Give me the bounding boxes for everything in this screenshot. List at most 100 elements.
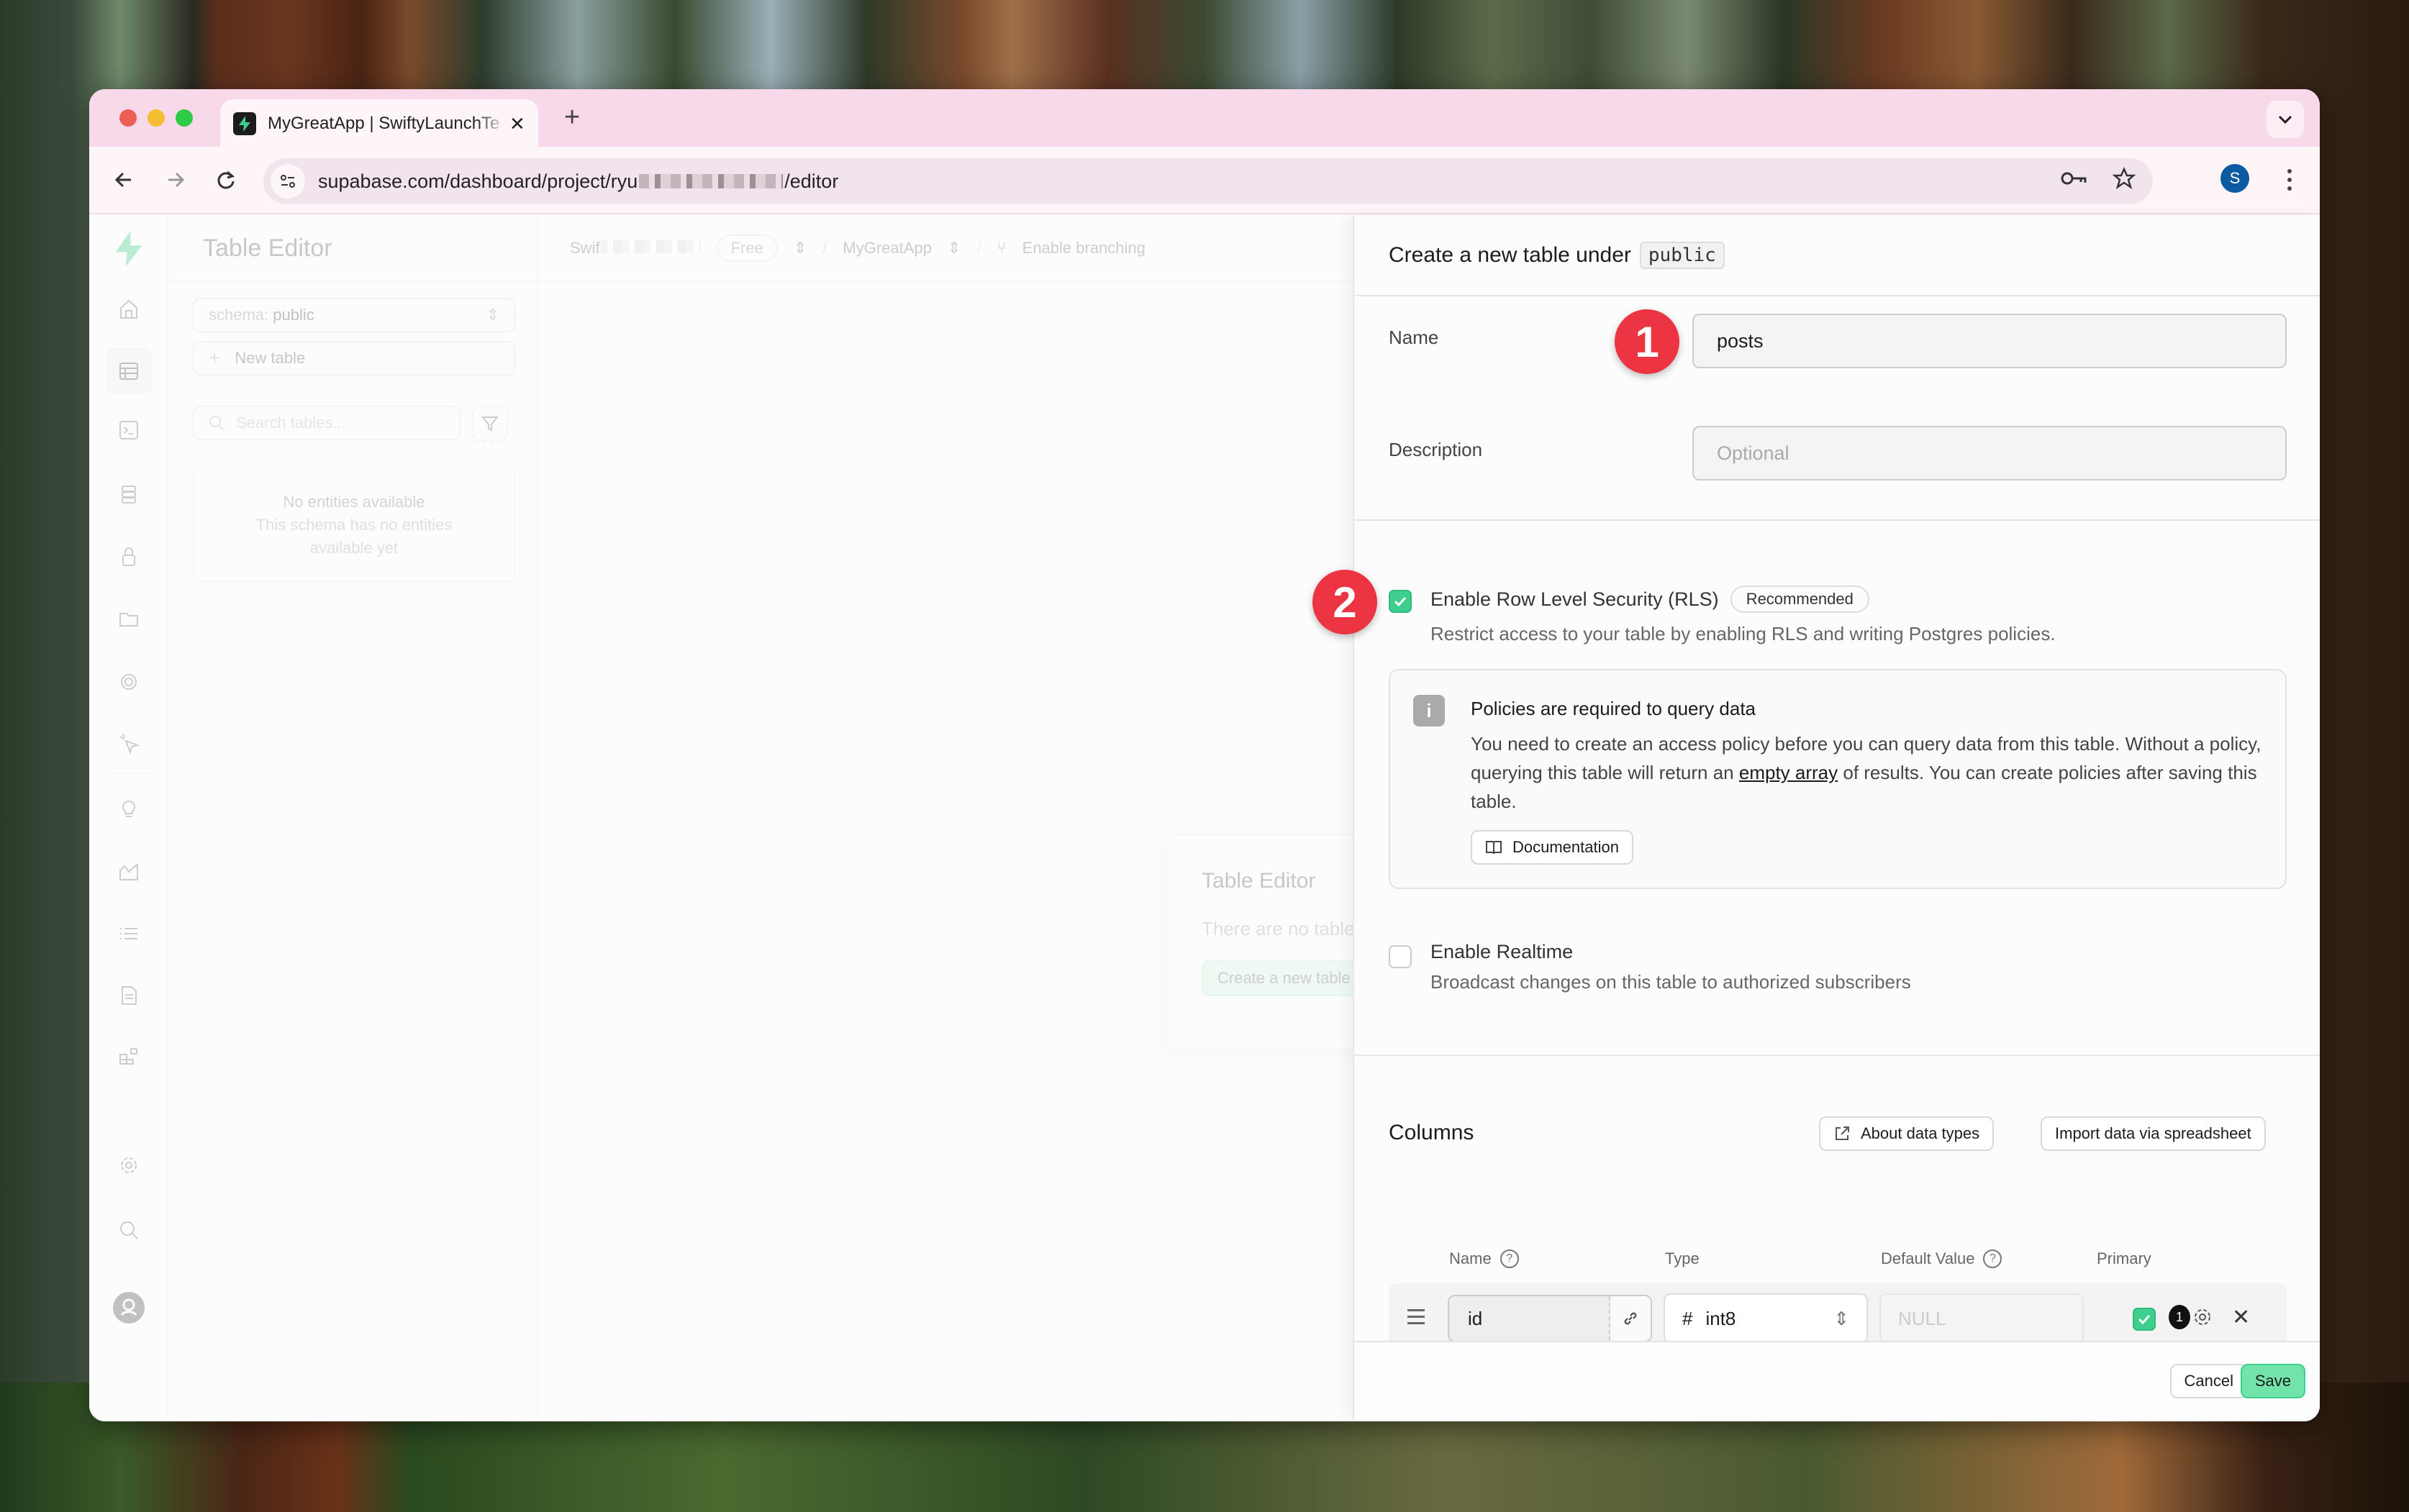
primary-key-checkbox[interactable] [2133,1308,2156,1331]
section-divider [1354,1055,2320,1056]
rls-checkbox[interactable] [1389,590,1412,613]
checkmark-icon [2138,1314,2151,1325]
forward-button[interactable] [161,165,190,194]
remove-column-icon[interactable]: ✕ [2232,1305,2250,1330]
branch-icon: ⑂ [997,239,1007,257]
authentication-lock-icon[interactable] [112,539,146,574]
back-button[interactable] [109,165,138,194]
about-data-types-button[interactable]: About data types [1819,1116,1995,1151]
org-switcher-icon[interactable]: ⇕ [794,239,807,258]
table-editor-sidebar: Table Editor schema: public ⇕ + New tabl… [168,216,538,1421]
breadcrumb-separator: / [822,239,827,257]
description-input[interactable] [1692,426,2287,481]
supabase-dashboard: Table Editor schema: public ⇕ + New tabl… [89,216,2320,1421]
browser-toolbar: supabase.com/dashboard/project/ryu /edit… [89,147,2320,214]
schema-selector[interactable]: schema: public ⇕ [193,298,515,332]
annotation-marker-2: 2 [1312,570,1377,634]
close-tab-icon[interactable]: ✕ [509,113,525,135]
column-header-type: Type [1665,1249,1700,1267]
browser-window: MyGreatApp | SwiftyLaunchTe ✕ + supabase… [89,89,2320,1421]
column-header-primary: Primary [2097,1249,2151,1267]
table-name-input[interactable] [1692,314,2287,368]
supabase-logo-icon[interactable] [112,231,146,267]
api-docs-icon[interactable] [112,978,146,1013]
realtime-description: Broadcast changes on this table to autho… [1430,971,1911,993]
empty-subtitle: This schema has no entities available ye… [255,516,453,557]
url-text: supabase.com/dashboard/project/ryu /edit… [318,170,838,193]
org-name[interactable]: Swif [570,239,701,258]
user-account-icon[interactable] [112,1290,146,1325]
advisors-lightbulb-icon[interactable] [112,791,146,826]
url-suffix: /editor [784,170,839,192]
chevron-up-down-icon: ⇕ [486,306,499,324]
reports-chart-icon[interactable] [112,855,146,889]
plus-icon: + [209,347,221,369]
column-settings-gear-icon[interactable] [2192,1306,2213,1331]
about-data-types-label: About data types [1861,1124,1980,1142]
cancel-button[interactable]: Cancel [2169,1364,2248,1398]
columns-title: Columns [1389,1121,1474,1144]
integrations-icon[interactable] [112,1039,146,1073]
schema-chip: public [1639,242,1725,269]
save-button[interactable]: Save [2240,1364,2305,1398]
realtime-title: Enable Realtime [1430,941,1574,962]
profile-avatar[interactable]: S [2220,164,2249,193]
close-window-button[interactable] [119,109,137,127]
browser-tab[interactable]: MyGreatApp | SwiftyLaunchTe ✕ [220,99,538,148]
bookmark-star-icon[interactable] [2112,166,2136,193]
home-icon[interactable] [112,292,146,327]
edge-functions-icon[interactable] [112,665,146,699]
database-icon[interactable] [112,478,146,512]
empty-array-link[interactable]: empty array [1739,762,1838,783]
maximize-window-button[interactable] [176,109,193,127]
section-divider [1354,519,2320,521]
rls-title-row: Enable Row Level Security (RLS) Recommen… [1430,586,1869,613]
default-value-input[interactable]: NULL [1879,1293,2084,1344]
project-name[interactable]: MyGreatApp [843,239,932,258]
search-icon[interactable] [112,1213,146,1247]
sql-editor-icon[interactable] [112,413,146,447]
help-icon[interactable]: ? [1500,1249,1519,1268]
book-icon [1486,841,1502,855]
filter-button[interactable] [472,406,508,442]
realtime-checkbox[interactable] [1389,945,1412,968]
drag-handle-icon[interactable] [1407,1309,1425,1329]
import-spreadsheet-button[interactable]: Import data via spreadsheet [2041,1116,2266,1151]
column-name-field[interactable]: id [1448,1295,1652,1342]
new-tab-button[interactable]: + [564,102,580,133]
realtime-cursor-icon[interactable] [112,727,146,761]
address-bar[interactable]: supabase.com/dashboard/project/ryu /edit… [263,158,2153,204]
new-table-button[interactable]: + New table [193,341,515,375]
annotation-marker-1: 1 [1615,309,1679,374]
tab-search-button[interactable] [2267,101,2304,138]
settings-count-badge: 1 [2169,1305,2190,1329]
column-name-value[interactable]: id [1449,1296,1610,1341]
recommended-badge: Recommended [1730,586,1869,613]
minimize-window-button[interactable] [148,109,165,127]
settings-gear-icon[interactable] [112,1148,146,1183]
checkmark-icon [1394,596,1407,607]
tab-strip: MyGreatApp | SwiftyLaunchTe ✕ + [89,89,2320,148]
help-icon[interactable]: ? [1983,1249,2002,1268]
arrow-right-icon [168,172,185,188]
logs-list-icon[interactable] [112,916,146,951]
column-type-select[interactable]: # int8 ⇕ [1664,1293,1868,1344]
plan-badge: Free [716,234,778,262]
column-header-name: Name? [1449,1249,1519,1268]
name-label: Name [1389,327,1439,348]
browser-menu-icon[interactable] [2282,163,2297,197]
empty-title: No entities available [283,493,425,511]
rls-title: Enable Row Level Security (RLS) [1430,588,1719,610]
search-tables-input[interactable]: Search tables... [193,406,461,440]
storage-folder-icon[interactable] [112,601,146,636]
filter-icon [481,416,499,432]
reload-button[interactable] [212,165,240,194]
foreign-key-link-icon[interactable] [1610,1296,1651,1341]
site-settings-icon[interactable] [271,164,305,199]
project-switcher-icon[interactable]: ⇕ [948,239,961,258]
password-key-icon[interactable] [2061,170,2088,191]
enable-branching-button[interactable]: Enable branching [1022,239,1145,258]
sidebar-title: Table Editor [168,216,537,282]
table-editor-icon[interactable] [106,348,152,394]
documentation-button[interactable]: Documentation [1471,830,1633,865]
